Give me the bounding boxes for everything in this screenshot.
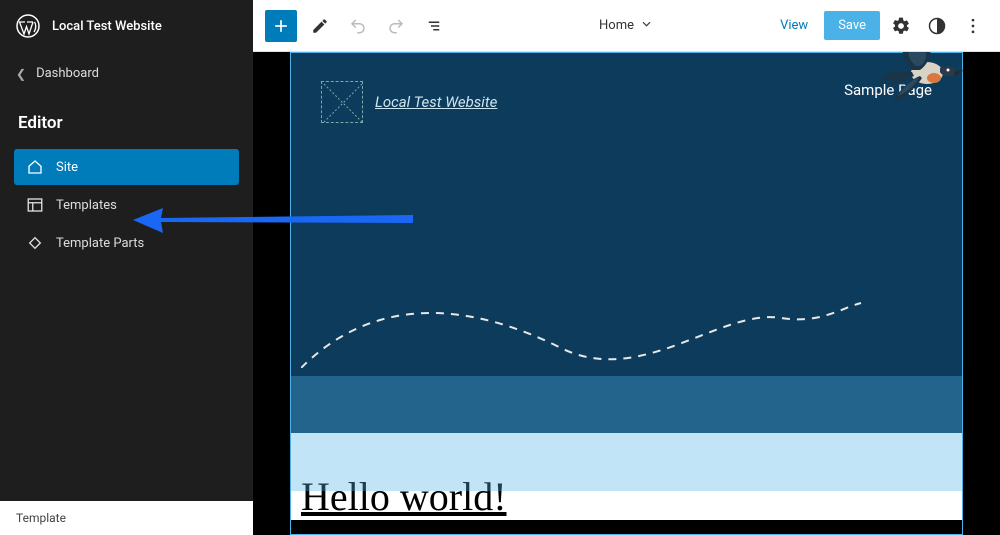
- nav-item-template-parts[interactable]: Template Parts: [14, 225, 239, 261]
- diamond-icon: [26, 234, 44, 252]
- sidebar: Local Test Website ❮ Dashboard Editor Si…: [0, 0, 253, 535]
- sidebar-header: Local Test Website: [0, 0, 253, 52]
- editor-canvas[interactable]: Local Test Website Sample Page: [253, 52, 1000, 535]
- hero-left-group: Local Test Website: [321, 81, 497, 123]
- footer-breadcrumb[interactable]: Template: [0, 501, 253, 535]
- home-icon: [26, 158, 44, 176]
- layout-icon: [26, 196, 44, 214]
- toolbar-left-group: [265, 10, 449, 42]
- post-title-link[interactable]: Hello world!: [301, 473, 952, 520]
- chevron-down-icon: [640, 17, 654, 35]
- template-dropdown[interactable]: Home: [599, 17, 654, 35]
- bird-illustration: [872, 52, 972, 108]
- chevron-left-icon: ❮: [16, 67, 26, 81]
- options-button[interactable]: [958, 11, 988, 41]
- page-preview[interactable]: Local Test Website Sample Page: [290, 52, 963, 535]
- hero-header-row: Local Test Website Sample Page: [321, 81, 932, 123]
- edit-mode-button[interactable]: [305, 11, 335, 41]
- editor-toolbar: Home View Save: [253, 0, 1000, 52]
- list-view-button[interactable]: [419, 11, 449, 41]
- hero-section[interactable]: Local Test Website Sample Page: [291, 53, 962, 433]
- post-content[interactable]: Hello world!: [291, 433, 962, 520]
- toolbar-right-group: View Save: [770, 11, 988, 41]
- site-logo-placeholder[interactable]: [321, 81, 363, 123]
- editor-heading: Editor: [0, 95, 253, 149]
- nav-item-label: Templates: [56, 198, 117, 213]
- wordpress-logo-icon[interactable]: [16, 14, 40, 38]
- flight-path-decoration: [301, 268, 941, 368]
- nav-item-site[interactable]: Site: [14, 149, 239, 185]
- undo-button[interactable]: [343, 11, 373, 41]
- styles-button[interactable]: [922, 11, 952, 41]
- nav-item-label: Site: [56, 160, 78, 175]
- view-link[interactable]: View: [770, 12, 818, 39]
- nav-item-label: Template Parts: [56, 236, 144, 251]
- site-title: Local Test Website: [52, 19, 162, 34]
- editor-nav: Site Templates Template Parts: [0, 149, 253, 263]
- add-block-button[interactable]: [265, 10, 297, 42]
- back-to-dashboard-link[interactable]: ❮ Dashboard: [0, 52, 253, 95]
- nav-item-templates[interactable]: Templates: [14, 187, 239, 223]
- redo-button[interactable]: [381, 11, 411, 41]
- save-button[interactable]: Save: [824, 11, 880, 40]
- back-label: Dashboard: [36, 66, 99, 81]
- main-area: Home View Save: [253, 0, 1000, 535]
- settings-button[interactable]: [886, 11, 916, 41]
- site-title-link[interactable]: Local Test Website: [375, 93, 497, 111]
- current-template-label: Home: [599, 18, 634, 33]
